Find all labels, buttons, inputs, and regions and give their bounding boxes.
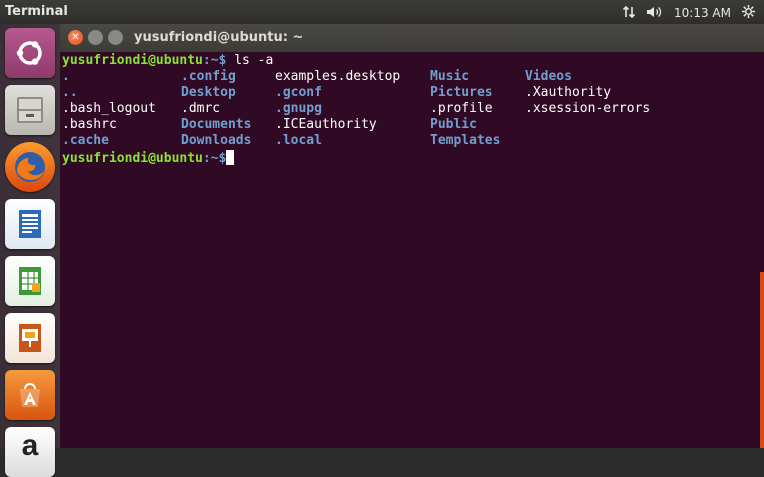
network-icon[interactable] bbox=[622, 5, 636, 22]
terminal-output[interactable]: yusufriondi@ubuntu:~$ ls -a . .config exam… bbox=[60, 52, 764, 448]
launcher-writer[interactable] bbox=[5, 199, 55, 249]
prompt-user: yusufriondi@ubuntu bbox=[62, 151, 203, 166]
software-center-icon bbox=[5, 370, 55, 420]
clock[interactable]: 10:13 AM bbox=[674, 6, 731, 20]
launcher-amazon[interactable]: a bbox=[5, 427, 55, 477]
launcher-firefox[interactable] bbox=[5, 142, 55, 192]
file-entry: .bash_logout bbox=[62, 101, 156, 116]
directory-entry: Downloads bbox=[181, 133, 252, 148]
launcher-software[interactable] bbox=[5, 370, 55, 420]
current-prompt-line: yusufriondi@ubuntu:~$ bbox=[62, 150, 235, 166]
file-entry: .Xauthority bbox=[525, 85, 612, 100]
top-panel: Terminal 10:13 AM bbox=[0, 0, 764, 24]
directory-entry: .local bbox=[275, 133, 322, 148]
file-entry: .profile bbox=[430, 101, 493, 116]
directory-entry: .. bbox=[62, 85, 78, 100]
launcher-ubuntu-dash[interactable] bbox=[5, 28, 55, 78]
amazon-icon: a bbox=[5, 427, 55, 477]
directory-entry: Music bbox=[430, 69, 470, 84]
file-entry: .xsession-errors bbox=[525, 101, 651, 116]
directory-entry: Pictures bbox=[430, 85, 493, 100]
settings-gear-icon[interactable] bbox=[741, 4, 756, 22]
writer-icon bbox=[5, 199, 55, 249]
command-text: ls -a bbox=[226, 53, 274, 68]
window-titlebar[interactable]: ✕ yusufriondi@ubuntu: ~ bbox=[60, 24, 764, 53]
text-cursor bbox=[226, 150, 235, 165]
directory-entry: .gconf bbox=[275, 85, 322, 100]
maximize-icon[interactable] bbox=[108, 30, 123, 45]
active-app-title: Terminal bbox=[5, 4, 68, 19]
file-entry: .ICEauthority bbox=[275, 117, 377, 132]
launcher-impress[interactable] bbox=[5, 313, 55, 363]
directory-entry: .config bbox=[181, 69, 236, 84]
directory-entry: Public bbox=[430, 117, 477, 132]
terminal-window: ✕ yusufriondi@ubuntu: ~ yusufriondi@ubun… bbox=[60, 24, 764, 448]
file-cabinet-icon bbox=[5, 85, 55, 135]
amazon-glyph: a bbox=[21, 429, 39, 462]
ubuntu-logo-icon bbox=[5, 28, 55, 78]
indicator-area: 10:13 AM bbox=[622, 4, 756, 22]
launcher: a bbox=[0, 24, 61, 477]
impress-icon bbox=[5, 313, 55, 363]
minimize-icon[interactable] bbox=[88, 30, 103, 45]
file-entry: .bashrc bbox=[62, 117, 117, 132]
volume-icon[interactable] bbox=[646, 5, 664, 22]
directory-entry: Videos bbox=[525, 69, 572, 84]
close-icon[interactable]: ✕ bbox=[68, 30, 83, 45]
launcher-files[interactable] bbox=[5, 85, 55, 135]
directory-entry: Documents bbox=[181, 117, 252, 132]
file-entry: examples.desktop bbox=[275, 69, 401, 84]
calc-icon bbox=[5, 256, 55, 306]
prompt-path: :~$ bbox=[202, 53, 227, 68]
directory-entry: Desktop bbox=[181, 85, 236, 100]
command-line: yusufriondi@ubuntu:~$ ls -a bbox=[62, 53, 273, 69]
directory-entry: .gnupg bbox=[275, 101, 322, 116]
firefox-icon bbox=[5, 142, 55, 192]
launcher-calc[interactable] bbox=[5, 256, 55, 306]
file-entry: .dmrc bbox=[181, 101, 221, 116]
directory-entry: . bbox=[62, 69, 70, 84]
scrollbar[interactable] bbox=[760, 272, 764, 448]
directory-entry: Templates bbox=[430, 133, 501, 148]
directory-entry: .cache bbox=[62, 133, 109, 148]
prompt-path: :~$ bbox=[202, 151, 227, 166]
prompt-user: yusufriondi@ubuntu bbox=[62, 53, 203, 68]
window-title: yusufriondi@ubuntu: ~ bbox=[134, 30, 304, 45]
